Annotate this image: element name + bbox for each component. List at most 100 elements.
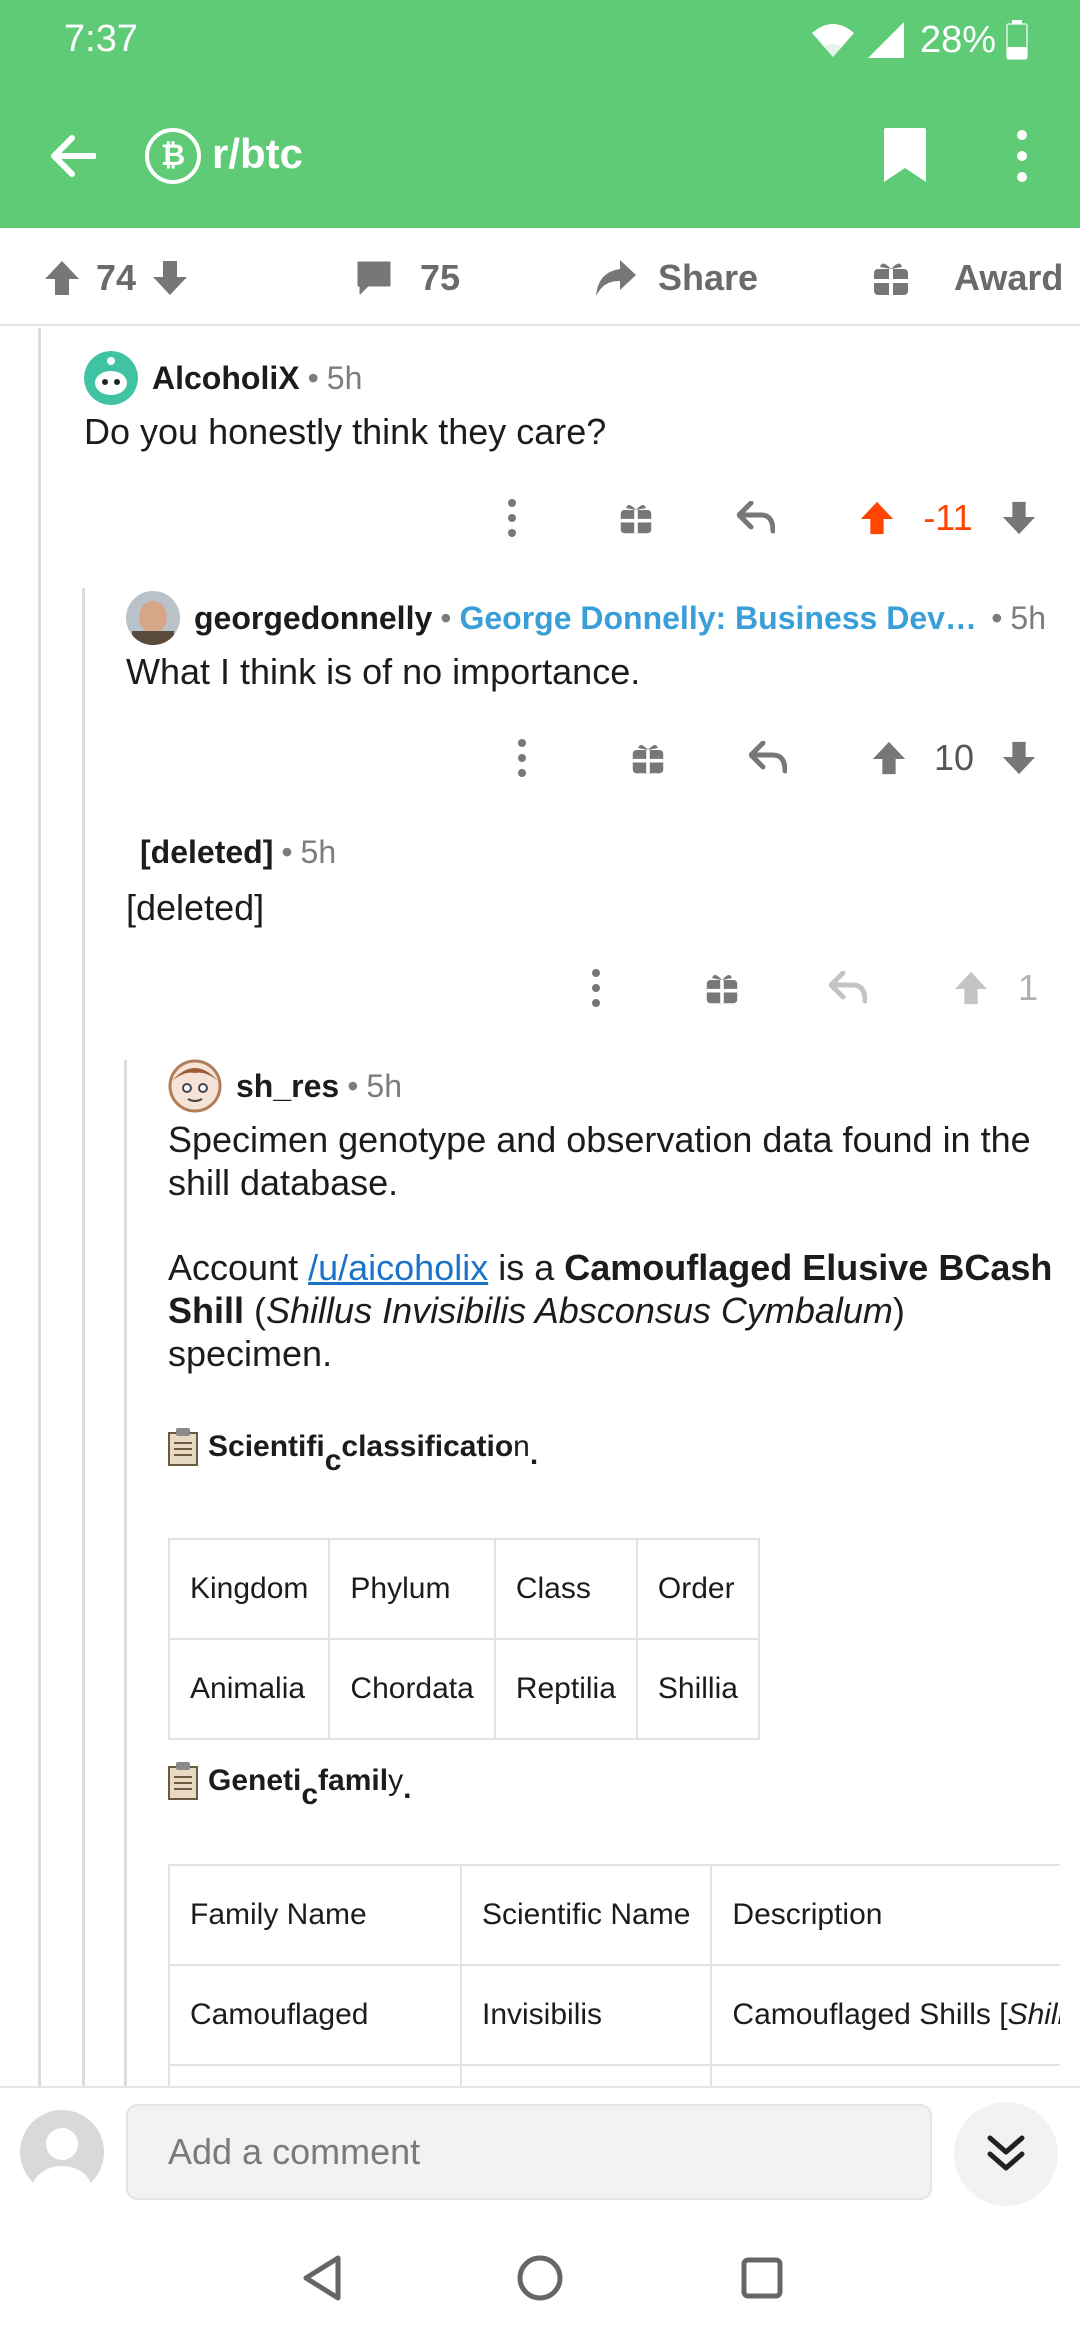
more-options-button[interactable]	[1000, 126, 1044, 186]
thread-line[interactable]	[82, 588, 85, 2086]
comment-username[interactable]: georgedonnelly	[194, 600, 432, 637]
thread-line[interactable]	[38, 328, 41, 2086]
bookmark-icon	[884, 128, 926, 182]
reply-button	[818, 958, 878, 1018]
award-button[interactable]	[692, 958, 752, 1018]
triangle-back-icon	[303, 2255, 341, 2301]
table-row: Family Name Scientific Name Description	[168, 1864, 1060, 1966]
comment-more-button[interactable]	[576, 958, 616, 1018]
family-table-scroll[interactable]: Family Name Scientific Name Description …	[168, 1864, 1060, 2086]
snoo-avatar-icon	[84, 351, 138, 405]
award-button[interactable]: Award	[872, 250, 1063, 306]
avatar[interactable]	[126, 591, 180, 645]
subreddit-icon[interactable]: ₿	[145, 128, 201, 184]
comment-more-button[interactable]	[492, 488, 532, 548]
classification-table: Kingdom Phylum Class Order Animalia Chor…	[167, 1538, 760, 1740]
more-dot	[592, 999, 600, 1007]
table-cell: Camouflaged Shills [Shillu	[710, 1964, 1060, 2066]
avatar[interactable]	[84, 351, 138, 405]
status-icons: 28%	[810, 18, 1028, 62]
downvote-icon[interactable]	[1000, 499, 1038, 537]
italic-text: Shillu	[1007, 1998, 1060, 2031]
comment-username[interactable]: AlcoholiX	[152, 360, 300, 397]
gift-icon	[706, 974, 738, 1004]
status-time: 7:37	[64, 18, 138, 60]
table-cell: Reptilia	[493, 1638, 638, 1740]
comment-body: Do you honestly think they care?	[84, 411, 607, 452]
comments-button[interactable]: 75	[354, 250, 460, 306]
collapse-comments-button[interactable]	[954, 2102, 1058, 2206]
text-run: classificatio	[341, 1430, 514, 1463]
table-cell: Camouflaged	[168, 1964, 462, 2066]
text-run: y	[388, 1764, 404, 1797]
avatar[interactable]	[168, 1059, 222, 1113]
subreddit-name[interactable]: r/btc	[212, 130, 303, 178]
wifi-icon	[811, 24, 854, 57]
bookmark-button[interactable]	[880, 126, 938, 188]
system-nav-bar	[0, 2216, 1080, 2340]
thread-line[interactable]	[124, 1060, 127, 2086]
table-header-cell: Description	[710, 1864, 1060, 1966]
award-button[interactable]	[606, 488, 666, 548]
table-header-cell: Order	[635, 1538, 760, 1640]
comment: sh_res • 5h Specimen genotype and observ…	[168, 1058, 1068, 1417]
comment-actions: 1	[560, 958, 1040, 1018]
vote-group: 10	[870, 728, 1038, 788]
nav-recents-button[interactable]	[730, 2246, 794, 2310]
comment-time: 5h	[1010, 599, 1046, 636]
downvote-icon[interactable]	[1000, 739, 1038, 777]
back-button[interactable]	[40, 124, 104, 188]
table-row: Animalia Chordata Reptilia Shillia	[167, 1638, 760, 1740]
table-cell: Shillia	[635, 1638, 760, 1740]
text-run: (	[244, 1290, 267, 1331]
add-comment-input[interactable]: Add a comment	[126, 2104, 932, 2200]
user-silhouette-icon	[32, 2128, 92, 2194]
share-button[interactable]: Share	[594, 250, 758, 306]
clipboard-icon	[168, 1762, 198, 1800]
text-run: Geneti	[208, 1764, 302, 1797]
comment-composer: Add a comment	[0, 2086, 1080, 2216]
comment-username[interactable]: sh_res	[236, 1068, 339, 1105]
section-heading: Scientifi c classificatio n.	[168, 1428, 538, 1490]
family-table: Family Name Scientific Name Description …	[168, 1864, 1060, 2086]
comment-actions: -11	[470, 488, 1040, 548]
italic-text: Shillus Invisibilis Absconsus Cymbalum	[266, 1290, 893, 1331]
upvote-icon[interactable]	[42, 258, 82, 298]
table-cell	[168, 2064, 462, 2086]
nav-home-button[interactable]	[508, 2246, 572, 2310]
square-recents-icon	[741, 2257, 783, 2299]
comment-more-button[interactable]	[502, 728, 542, 788]
reply-button[interactable]	[726, 488, 786, 548]
text-run: famil	[318, 1764, 389, 1797]
comment-body: Specimen genotype and observation data f…	[168, 1118, 1068, 1375]
toolbar: ₿ r/btc	[0, 110, 1080, 200]
reply-icon	[737, 501, 775, 534]
upvote-icon[interactable]	[870, 739, 908, 777]
more-dot	[508, 514, 516, 522]
user-link[interactable]: /u/aicoholix	[308, 1247, 488, 1288]
reply-icon	[749, 741, 787, 774]
more-dot	[518, 739, 526, 747]
award-button[interactable]	[618, 728, 678, 788]
table-cell: Chordata	[328, 1638, 496, 1740]
app-header: 7:37 28% ₿ r/btc	[0, 0, 1080, 228]
comment: [deleted] • 5h	[140, 824, 1040, 880]
comment-header: sh_res • 5h	[168, 1058, 1068, 1114]
comment-username: [deleted]	[140, 833, 274, 870]
more-dot	[592, 969, 600, 977]
upvote-icon	[954, 971, 988, 1005]
upvote-icon[interactable]	[858, 499, 896, 537]
share-label: Share	[658, 257, 759, 298]
nav-back-button[interactable]	[290, 2246, 354, 2310]
my-avatar[interactable]	[20, 2110, 104, 2194]
text-run: is a	[488, 1247, 565, 1288]
downvote-icon[interactable]	[150, 258, 190, 298]
user-photo-icon	[126, 591, 180, 645]
table-cell: Invisibilis	[459, 1964, 713, 2066]
comment-actions: 10	[470, 728, 1040, 788]
arrow-left-icon	[51, 135, 96, 177]
separator-dot: •	[440, 599, 452, 636]
reply-button[interactable]	[738, 728, 798, 788]
separator-dot: •	[991, 599, 1003, 636]
table-row: Kingdom Phylum Class Order	[167, 1538, 760, 1640]
